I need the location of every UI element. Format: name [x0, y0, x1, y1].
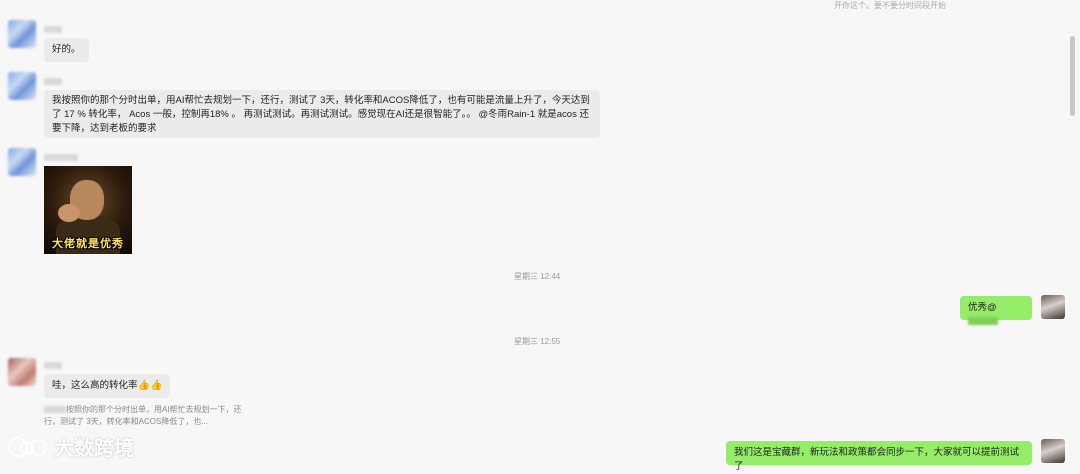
- sender-avatar[interactable]: [8, 72, 36, 100]
- message-bubble[interactable]: 我按照你的那个分时出单，用AI帮忙去规划一下，还行，测试了 3天，转化率和ACO…: [44, 90, 600, 138]
- self-message-bubble[interactable]: 我们这是宝藏群，新玩法和政策都会同步一下，大家就可以提前测试了: [726, 441, 1032, 472]
- sender-name-redacted: [44, 154, 78, 161]
- watermark: 大数跨境: [8, 432, 134, 461]
- self-avatar[interactable]: [1041, 295, 1065, 319]
- sticker-caption: 大佬就是优秀: [52, 238, 124, 250]
- sender-name-redacted: [44, 26, 62, 33]
- watermark-text: 大数跨境: [54, 438, 134, 460]
- message-text: 好的。: [52, 44, 81, 55]
- timestamp: 星期三 12:55: [514, 337, 561, 346]
- message-text: 优秀@: [968, 302, 997, 313]
- scrollbar-thumb[interactable]: [1070, 36, 1075, 116]
- mention-redacted: [968, 317, 998, 326]
- self-message-bubble[interactable]: 优秀@: [960, 296, 1032, 326]
- sticker-image[interactable]: 大佬就是优秀: [44, 166, 132, 254]
- message-text: 我们这是宝藏群，新玩法和政策都会同步一下，大家就可以提前测试了: [734, 447, 1020, 472]
- chat-scrollbar[interactable]: [1068, 0, 1078, 466]
- sender-avatar[interactable]: [8, 358, 36, 386]
- quoted-sender-redacted: [44, 406, 66, 414]
- message-text: 我按照你的那个分时出单，用AI帮忙去规划一下，还行，测试了 3天，转化率和ACO…: [52, 95, 590, 134]
- quoted-message[interactable]: 按照你的那个分时出单，用AI帮忙去规划一下，还行，测试了 3天，转化率和ACOS…: [44, 404, 254, 428]
- message-bubble[interactable]: 哇，这么高的转化率👍👍: [44, 374, 171, 398]
- watermark-logo-icon: [8, 435, 48, 459]
- message-text: 哇，这么高的转化率: [52, 380, 138, 391]
- sender-avatar[interactable]: [8, 20, 36, 48]
- previous-message-fragment: 开你这个。要不要分时间段开始: [834, 1, 946, 10]
- message-bubble[interactable]: 好的。: [44, 38, 89, 62]
- quoted-text: 按照你的那个分时出单，用AI帮忙去规划一下，还行，测试了 3天，转化率和ACOS…: [44, 405, 242, 426]
- sender-name-redacted: [44, 78, 62, 85]
- self-avatar[interactable]: [1041, 439, 1065, 463]
- sender-name-redacted: [44, 362, 62, 369]
- sender-avatar[interactable]: [8, 148, 36, 176]
- thumbs-up-emoji: 👍👍: [137, 380, 163, 391]
- timestamp: 星期三 12:44: [514, 272, 561, 281]
- sticker-hands: [58, 204, 80, 222]
- chat-panel: 开你这个。要不要分时间段开始 好的。 我按照你的那个分时出单，用AI帮忙去规划一…: [0, 0, 1068, 472]
